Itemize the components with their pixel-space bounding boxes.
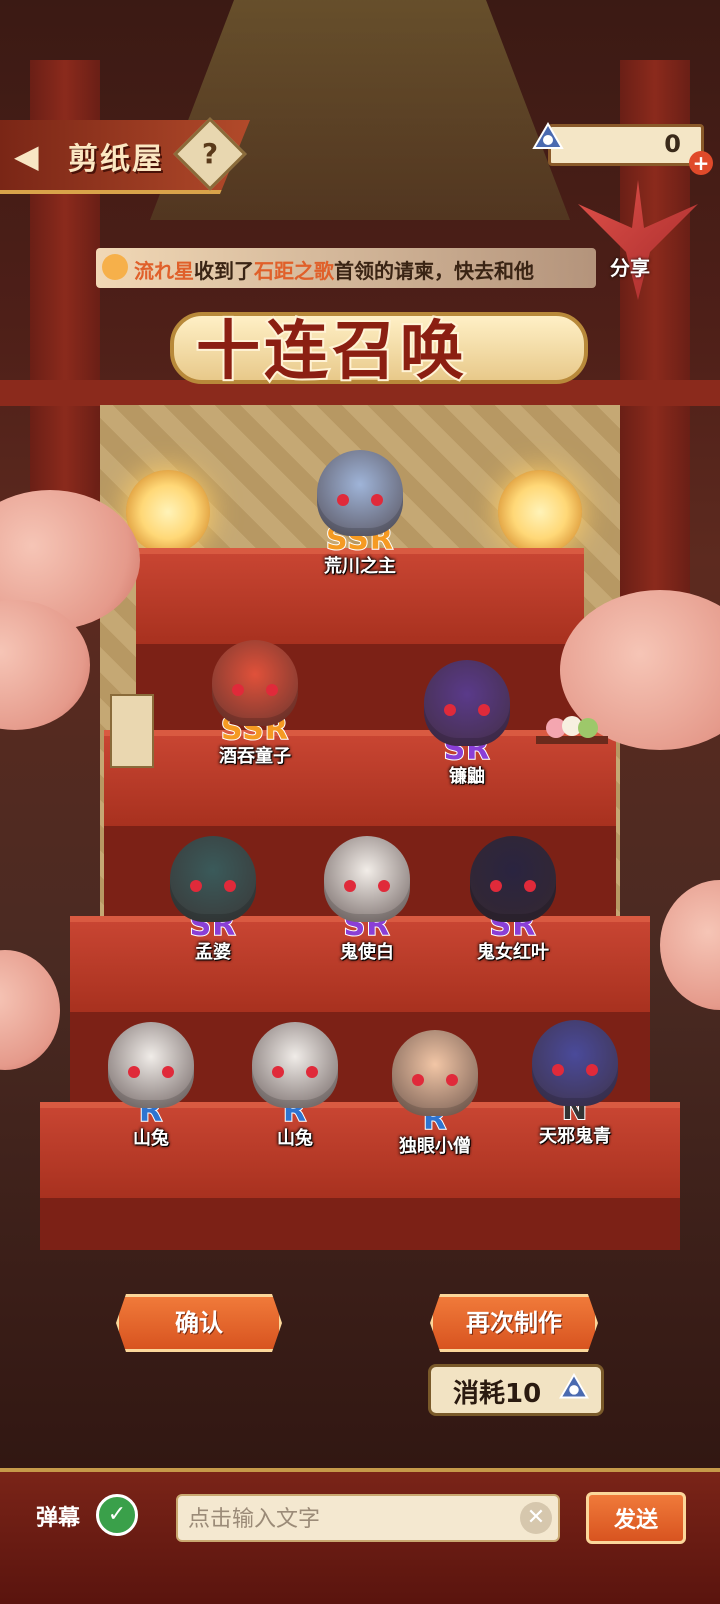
chat-input[interactable]: 点击输入文字 [176,1494,560,1542]
notice-text: 流れ星收到了石距之歌首领的请柬，快去和他 [134,259,534,283]
dango-plate-icon [536,716,608,744]
character-avatar [317,450,403,536]
summon-character-card[interactable]: R 山兔 [240,1022,350,1150]
confirm-button[interactable]: 确认 [116,1294,282,1352]
character-name: 镰鼬 [449,766,485,787]
page-title: 剪纸屋 [68,142,164,177]
character-name: 鬼女红叶 [477,942,549,963]
character-avatar [252,1022,338,1108]
wooden-sign [110,694,154,768]
character-name: 独眼小僧 [399,1136,471,1157]
character-name: 酒吞童子 [219,746,291,767]
character-name: 荒川之主 [324,556,396,577]
character-avatar [470,836,556,922]
danmu-label: 弹幕 [36,1506,81,1531]
notice-banner: 流れ星收到了石距之歌首领的请柬，快去和他 [96,248,596,288]
character-name: 鬼使白 [340,942,394,963]
summon-character-card[interactable]: SSR 酒吞童子 [200,640,310,768]
currency-value: 0 [664,130,681,158]
ticket-icon [559,1372,589,1399]
cost-display: 消耗10 [428,1364,604,1416]
ticket-icon [532,122,564,149]
clear-input-button[interactable]: ✕ [520,1502,552,1534]
left-lantern [126,470,210,554]
currency-display: 0 + [548,124,713,175]
character-avatar [170,836,256,922]
summon-title: 十连召唤 [194,313,468,391]
sakura-cloud-right-2 [660,880,720,1010]
summon-character-card[interactable]: R 独眼小僧 [380,1030,490,1158]
summon-character-card[interactable]: R 山兔 [96,1022,206,1150]
sakura-cloud-left-3 [0,950,60,1070]
game-scene [0,0,720,1600]
summon-character-card[interactable]: N 天邪鬼青 [520,1020,630,1148]
cost-text: 消耗10 [453,1379,542,1409]
right-lantern [498,470,582,554]
summon-character-card[interactable]: SR 镰鼬 [412,660,522,788]
summon-character-card[interactable]: SR 孟婆 [158,836,268,964]
summon-again-button[interactable]: 再次制作 [430,1294,598,1352]
danmu-toggle-checkbox[interactable]: ✓ [96,1494,138,1536]
character-avatar [324,836,410,922]
add-currency-button[interactable]: + [689,151,713,175]
summon-character-card[interactable]: SR 鬼女红叶 [458,836,568,964]
character-avatar [212,640,298,726]
character-avatar [108,1022,194,1108]
stair-riser-4 [40,1198,680,1250]
character-avatar [424,660,510,746]
back-button[interactable]: ◀ [14,138,50,174]
summon-character-card[interactable]: SR 鬼使白 [312,836,422,964]
character-avatar [532,1020,618,1106]
character-name: 山兔 [277,1128,313,1149]
summon-character-card[interactable]: SSR 荒川之主 [305,450,415,578]
flower-icon [102,254,128,280]
help-icon: ? [201,137,219,170]
character-avatar [392,1030,478,1116]
character-name: 孟婆 [195,942,231,963]
share-button[interactable]: 分享 [610,252,650,281]
character-name: 天邪鬼青 [539,1126,611,1147]
send-button[interactable]: 发送 [586,1492,686,1544]
character-name: 山兔 [133,1128,169,1149]
